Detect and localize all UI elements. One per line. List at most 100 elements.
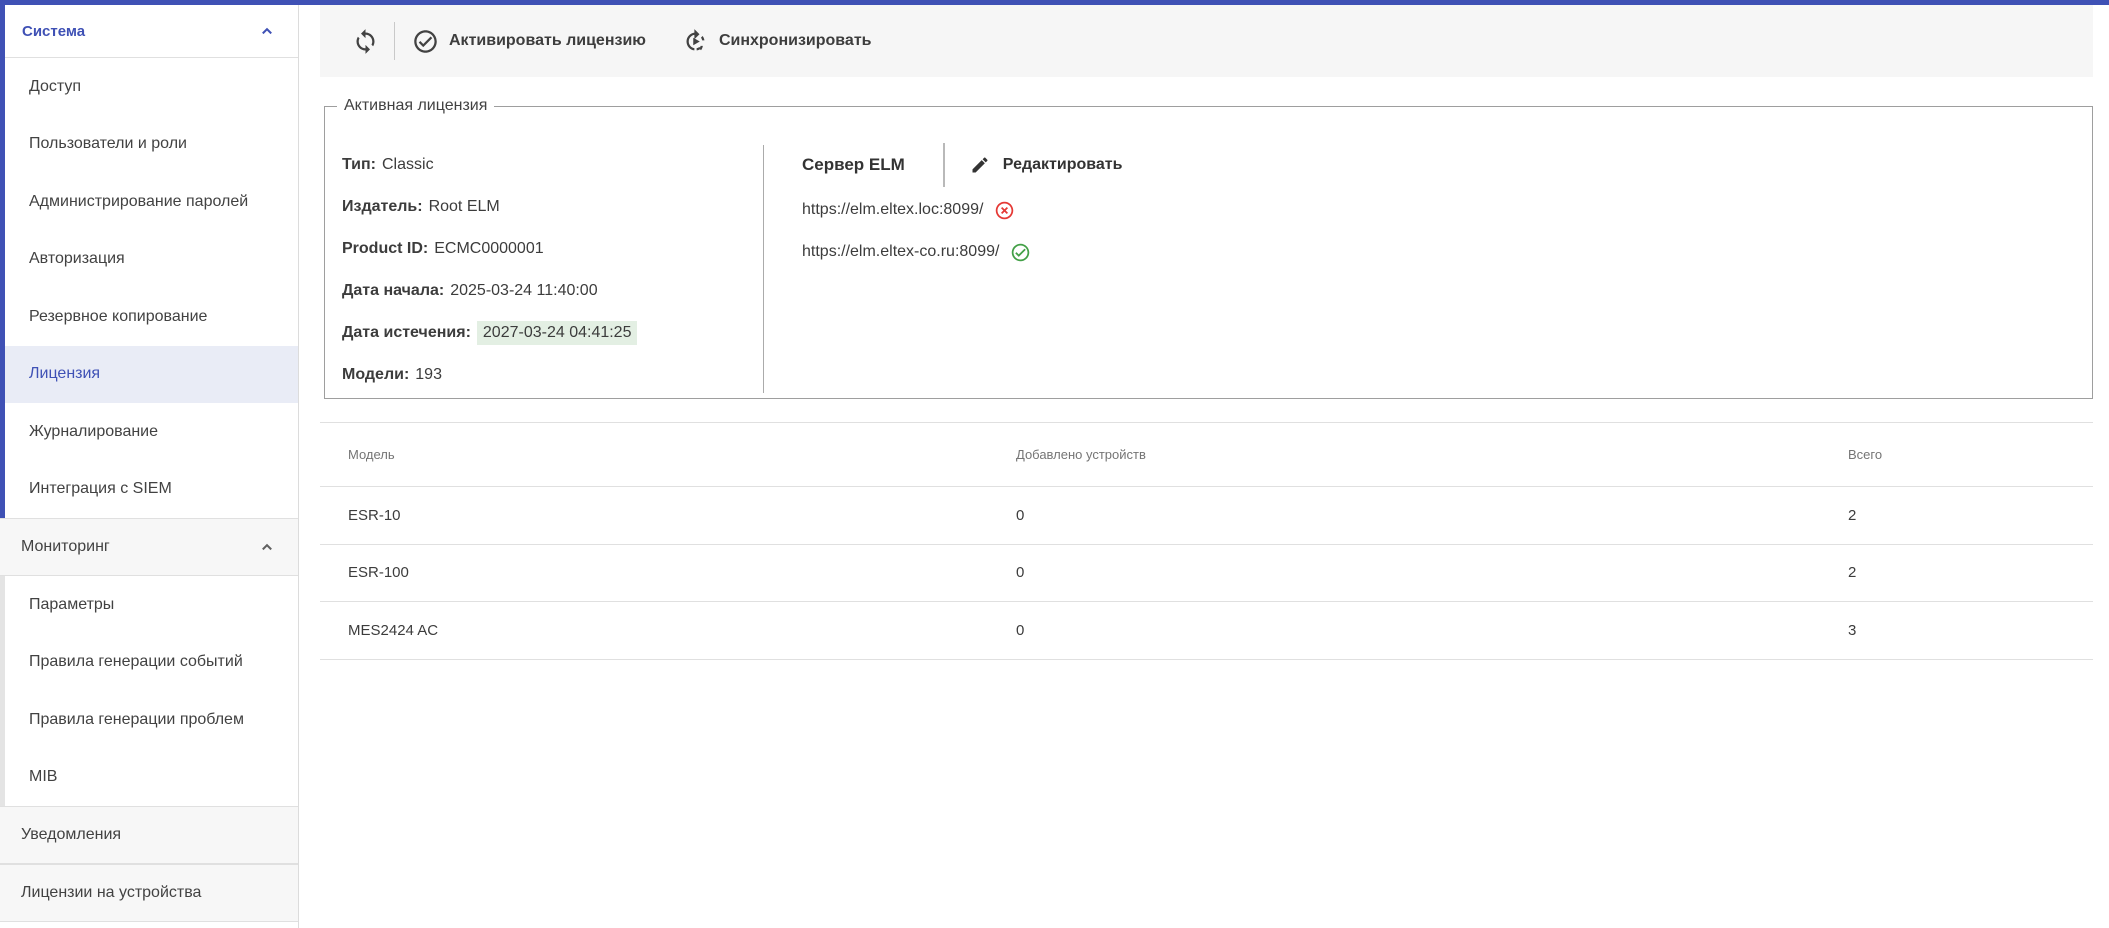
activate-license-button[interactable]: Активировать лицензию [412,28,646,55]
field-label: Product ID: [342,240,428,258]
license-field-issuer: Издатель: Root ELM [342,186,637,228]
license-fields: Тип: Classic Издатель: Root ELM Product … [342,144,637,396]
cell-total: 3 [1848,622,2093,639]
sidebar-item-event-rules[interactable]: Правила генерации событий [5,634,298,692]
sidebar-group-header-device-licenses[interactable]: Лицензии на устройства [0,864,298,922]
field-value: 2025-03-24 11:40:00 [450,282,597,300]
success-circle-icon [1010,242,1031,263]
server-url-text: https://elm.eltex-co.ru:8099/ [802,243,999,261]
license-field-start-date: Дата начала: 2025-03-24 11:40:00 [342,270,637,312]
column-header-total: Всего [1848,447,2093,462]
edit-server-label: Редактировать [1003,156,1123,174]
sidebar-item-label: Журналирование [29,423,158,441]
sidebar-item-label: Лицензия [29,365,100,383]
sidebar-item-parameters[interactable]: Параметры [5,576,298,634]
field-label: Дата начала: [342,282,444,300]
chevron-up-icon [256,536,278,558]
sidebar-group-header-monitoring[interactable]: Мониторинг [0,518,298,576]
cell-added: 0 [1016,622,1848,639]
server-url-text: https://elm.eltex.loc:8099/ [802,201,983,219]
sidebar-item-label: Правила генерации событий [29,653,243,671]
license-field-type: Тип: Classic [342,144,637,186]
expiry-date-highlight: 2027-03-24 04:41:25 [477,321,638,345]
sidebar-item-label: Авторизация [29,250,125,268]
license-panel-divider [763,145,764,393]
elm-server-panel: Сервер ELM Редактировать https://elm.elt… [802,141,1122,273]
column-header-model: Модель [348,447,1016,462]
sidebar-group-header-system[interactable]: Система [5,5,298,58]
synchronize-button[interactable]: Синхронизировать [682,28,872,55]
sidebar-group-system: Система Доступ Пользователи и роли Админ… [0,5,298,518]
column-header-added: Добавлено устройств [1016,447,1848,462]
activate-license-label: Активировать лицензию [449,32,646,50]
sidebar: Система Доступ Пользователи и роли Админ… [0,5,299,928]
sidebar-group-label: Система [22,23,85,40]
refresh-button[interactable] [352,28,379,55]
server-url-row: https://elm.eltex.loc:8099/ [802,189,1122,231]
elm-server-header: Сервер ELM Редактировать [802,141,1122,189]
sidebar-item-authorization[interactable]: Авторизация [5,231,298,289]
sidebar-item-problem-rules[interactable]: Правила генерации проблем [5,691,298,749]
sidebar-item-label: Резервное копирование [29,308,207,326]
chevron-up-icon [256,20,278,42]
cell-total: 2 [1848,507,2093,524]
sidebar-group-monitoring: Параметры Правила генерации событий Прав… [0,576,298,806]
sidebar-item-access[interactable]: Доступ [5,58,298,116]
server-url-row: https://elm.eltex-co.ru:8099/ [802,231,1122,273]
license-field-product-id: Product ID: ECMC0000001 [342,228,637,270]
sync-play-icon [682,28,709,55]
top-accent-bar [0,0,2109,5]
table-header-row: Модель Добавлено устройств Всего [320,423,2093,487]
field-label: Тип: [342,156,376,174]
toolbar-divider [394,22,395,60]
sidebar-item-backup[interactable]: Резервное копирование [5,288,298,346]
edit-server-button[interactable]: Редактировать [970,155,1123,175]
sidebar-item-license[interactable]: Лицензия [5,346,298,404]
sidebar-item-logging[interactable]: Журналирование [5,403,298,461]
cell-total: 2 [1848,564,2093,581]
check-circle-icon [412,28,439,55]
edit-pencil-icon [970,155,990,175]
license-field-expiry-date: Дата истечения: 2027-03-24 04:41:25 [342,312,637,354]
sidebar-group-label: Лицензии на устройства [21,884,201,902]
server-header-divider [943,143,945,187]
sidebar-item-users-roles[interactable]: Пользователи и роли [5,116,298,174]
sidebar-item-mib[interactable]: MIB [5,749,298,807]
refresh-icon [352,28,379,55]
sidebar-group-header-notifications[interactable]: Уведомления [0,806,298,864]
field-value: Classic [382,156,434,174]
sidebar-item-label: MIB [29,768,57,786]
app-window: Система Доступ Пользователи и роли Админ… [0,0,2109,928]
sidebar-item-label: Правила генерации проблем [29,711,244,729]
cell-added: 0 [1016,507,1848,524]
field-label: Модели: [342,366,409,384]
cell-model: ESR-10 [348,507,1016,524]
cell-model: MES2424 AC [348,622,1016,639]
field-value: ECMC0000001 [434,240,543,258]
table-row: MES2424 AC 0 3 [320,602,2093,660]
cell-added: 0 [1016,564,1848,581]
table-row: ESR-10 0 2 [320,487,2093,545]
field-label: Издатель: [342,198,423,216]
toolbar: Активировать лицензию Синхронизировать [320,5,2093,77]
main-content: Активировать лицензию Синхронизировать А… [300,5,2109,928]
error-circle-icon [994,200,1015,221]
sidebar-item-label: Доступ [29,78,81,96]
sidebar-item-password-admin[interactable]: Администрирование паролей [5,173,298,231]
models-table: Модель Добавлено устройств Всего ESR-10 … [320,422,2093,660]
active-license-legend: Активная лицензия [337,97,494,115]
sidebar-item-siem-integration[interactable]: Интеграция с SIEM [5,461,298,519]
table-row: ESR-100 0 2 [320,545,2093,603]
sidebar-group-label: Уведомления [21,826,121,844]
cell-model: ESR-100 [348,564,1016,581]
field-value: 193 [415,366,442,384]
active-license-panel: Активная лицензия Тип: Classic Издатель:… [324,97,2093,399]
license-field-models: Модели: 193 [342,354,637,396]
sidebar-item-label: Пользователи и роли [29,135,187,153]
sidebar-item-label: Администрирование паролей [29,193,248,211]
elm-server-title: Сервер ELM [802,155,905,175]
sidebar-item-label: Интеграция с SIEM [29,480,172,498]
sidebar-group-label: Мониторинг [21,538,110,556]
synchronize-label: Синхронизировать [719,32,872,50]
field-value: Root ELM [429,198,500,216]
